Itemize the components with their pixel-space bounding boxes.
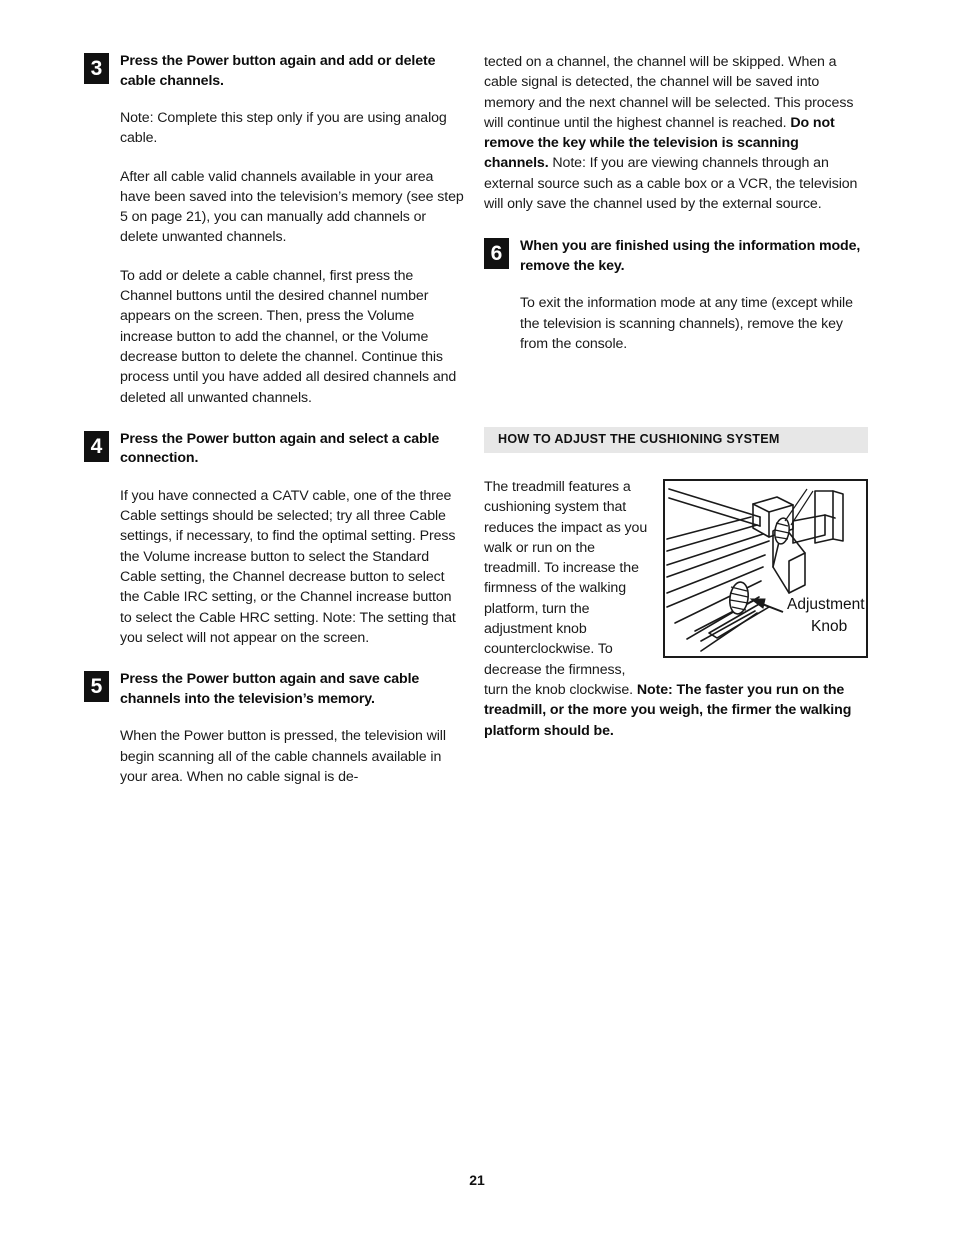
step-6-title: When you are finished using the informat…: [520, 238, 861, 274]
step-3-paragraph-3: To add or delete a cable channel, first …: [120, 267, 457, 406]
step-6-number-badge: 6: [484, 238, 509, 270]
step-3-paragraph-1: Note: Complete this step only if you are…: [120, 110, 447, 147]
adjustment-knob-shape: [729, 581, 749, 615]
step-5-header: 5 Press the Power button again and save …: [84, 670, 466, 709]
treadmill-cushioning-adjustment-knob-diagram: Adjustment Knob: [666, 488, 865, 652]
manual-page: 3 Press the Power button again and add o…: [0, 0, 954, 1235]
step-5-continuation-paragraph: tected on a channel, the channel will be…: [484, 52, 866, 214]
step-4-header: 4 Press the Power button again and selec…: [84, 430, 466, 469]
section-header-band: HOW TO ADJUST THE CUSHIONING SYSTEM: [484, 427, 868, 453]
step-6-paragraph-1: To exit the information mode at any time…: [520, 295, 853, 352]
step-4-title: Press the Power button again and select …: [120, 430, 440, 467]
step-6-body: To exit the information mode at any time…: [484, 293, 866, 354]
step-6-header: 6 When you are finished using the inform…: [484, 237, 866, 276]
step-6: 6 When you are finished using the inform…: [484, 237, 866, 354]
page-number: 21: [469, 1172, 485, 1188]
cushioning-figure-wrapper: Adjustment Knob: [663, 479, 868, 659]
step-3-number-badge: 3: [84, 53, 109, 84]
step-3-body: Note: Complete this step only if you are…: [84, 108, 466, 408]
step-5-body: When the Power button is pressed, the te…: [84, 726, 466, 787]
step-5-number-badge: 5: [84, 671, 109, 703]
step-3: 3 Press the Power button again and add o…: [84, 52, 466, 408]
step-4-number-badge: 4: [84, 430, 109, 462]
step-5-paragraph-1: When the Power button is pressed, the te…: [120, 728, 446, 785]
step-3-header: 3 Press the Power button again and add o…: [84, 52, 466, 91]
step-4: 4 Press the Power button again and selec…: [84, 430, 466, 648]
step-5: 5 Press the Power button again and save …: [84, 670, 466, 787]
adjustment-knob-label-line2: Knob: [811, 618, 847, 635]
step-4-paragraph-1: If you have connected a CATV cable, one …: [120, 487, 456, 646]
treadmill-diagram-box: Adjustment Knob: [663, 479, 868, 658]
step-4-body: If you have connected a CATV cable, one …: [84, 486, 466, 648]
adjustment-knob-label-line1: Adjustment: [787, 596, 865, 613]
step-3-paragraph-2: After all cable valid channels available…: [120, 168, 464, 246]
left-column: 3 Press the Power button again and add o…: [84, 52, 466, 787]
step-5-title: Press the Power button again and save ca…: [120, 671, 420, 707]
cushioning-section: Adjustment Knob The treadmill features a…: [484, 477, 868, 741]
step-3-title: Press the Power button again and add or …: [120, 53, 436, 89]
cushioning-text-leading: The treadmill features a cushioning syst…: [484, 479, 648, 698]
right-column: tected on a channel, the channel will be…: [484, 52, 866, 354]
section-header-title: HOW TO ADJUST THE CUSHIONING SYSTEM: [498, 432, 780, 446]
